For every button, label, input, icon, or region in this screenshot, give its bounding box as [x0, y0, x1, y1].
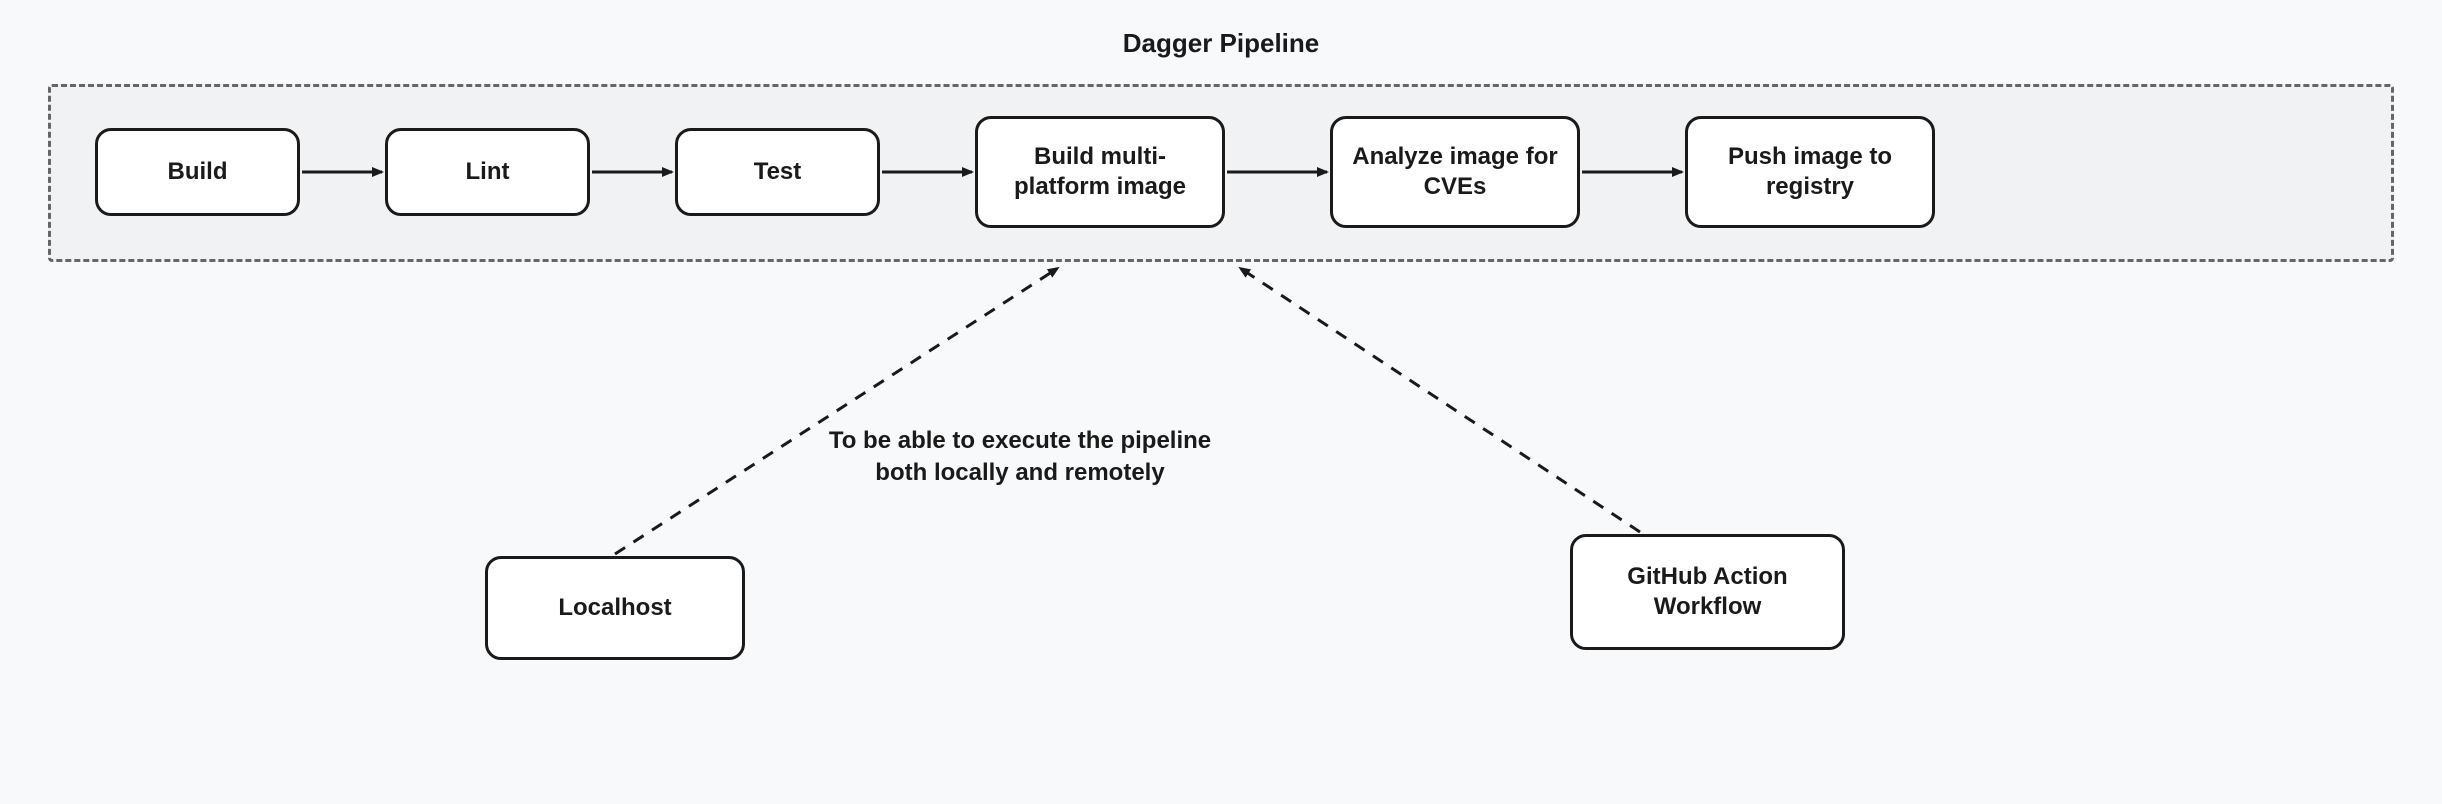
step-build-image: Build multi-platform image — [975, 116, 1225, 228]
step-label: Build multi-platform image — [990, 142, 1210, 202]
step-label: Push image to registry — [1700, 142, 1920, 202]
source-label: Localhost — [558, 593, 671, 623]
step-label: Test — [754, 157, 802, 187]
arrow-github-to-pipeline — [1240, 268, 1640, 532]
diagram-title: Dagger Pipeline — [0, 0, 2442, 59]
step-label: Lint — [466, 157, 510, 187]
caption-line1: To be able to execute the pipeline — [750, 425, 1290, 457]
step-lint: Lint — [385, 128, 590, 216]
step-analyze-cves: Analyze image for CVEs — [1330, 116, 1580, 228]
source-localhost: Localhost — [485, 556, 745, 660]
step-push-registry: Push image to registry — [1685, 116, 1935, 228]
step-label: Analyze image for CVEs — [1345, 142, 1565, 202]
source-github-action: GitHub Action Workflow — [1570, 534, 1845, 650]
step-build: Build — [95, 128, 300, 216]
source-label: GitHub Action Workflow — [1585, 562, 1830, 622]
step-label: Build — [168, 157, 228, 187]
execution-caption: To be able to execute the pipeline both … — [750, 425, 1290, 490]
arrow-localhost-to-pipeline — [615, 268, 1058, 554]
caption-line2: both locally and remotely — [750, 457, 1290, 489]
step-test: Test — [675, 128, 880, 216]
